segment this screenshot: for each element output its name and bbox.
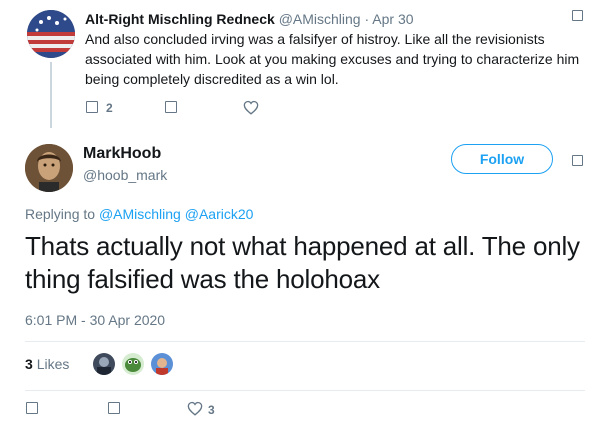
replying-prefix: Replying to [25, 206, 96, 222]
main-avatar[interactable] [25, 144, 73, 192]
replying-to: Replying to @AMischling @Aarick20 [25, 206, 253, 222]
parent-separator: · [364, 11, 370, 27]
parent-display-name[interactable]: Alt-Right Mischling Redneck [85, 11, 275, 27]
parent-date[interactable]: Apr 30 [372, 11, 413, 27]
heart-icon[interactable] [243, 100, 259, 115]
parent-tweet-text: And also concluded irving was a falsifye… [85, 31, 580, 87]
mention-link[interactable]: @AMischling [99, 206, 181, 222]
thread-line [50, 62, 52, 128]
parent-avatar[interactable] [27, 10, 75, 58]
reply-icon[interactable] [86, 101, 98, 113]
heart-icon[interactable] [187, 401, 203, 416]
liker-avatar[interactable] [121, 352, 145, 376]
parent-handle[interactable]: @AMischling [279, 11, 361, 27]
liker-avatar[interactable] [92, 352, 116, 376]
reply-count: 2 [106, 101, 113, 115]
likes-label: Likes [36, 356, 70, 372]
main-handle[interactable]: @hoob_mark [83, 167, 167, 183]
follow-button[interactable]: Follow [451, 144, 553, 174]
parent-tweet-header: Alt-Right Mischling Redneck @AMischling … [85, 10, 414, 28]
chevron-down-icon[interactable] [572, 10, 583, 21]
likes-count: 3 [25, 356, 33, 372]
main-tweet-text: Thats actually not what happened at all.… [25, 231, 580, 294]
tweet-timestamp[interactable]: 6:01 PM - 30 Apr 2020 [25, 312, 165, 328]
mention-link[interactable]: @Aarick20 [185, 206, 254, 222]
chevron-down-icon[interactable] [572, 155, 583, 166]
main-display-name[interactable]: MarkHoob [83, 145, 161, 163]
likes-summary[interactable]: 3 Likes [25, 356, 69, 372]
liker-avatar[interactable] [150, 352, 174, 376]
divider [25, 341, 585, 342]
divider [25, 390, 585, 391]
retweet-icon[interactable] [108, 402, 120, 414]
like-count: 3 [208, 403, 215, 417]
reply-icon[interactable] [26, 402, 38, 414]
retweet-icon[interactable] [165, 101, 177, 113]
